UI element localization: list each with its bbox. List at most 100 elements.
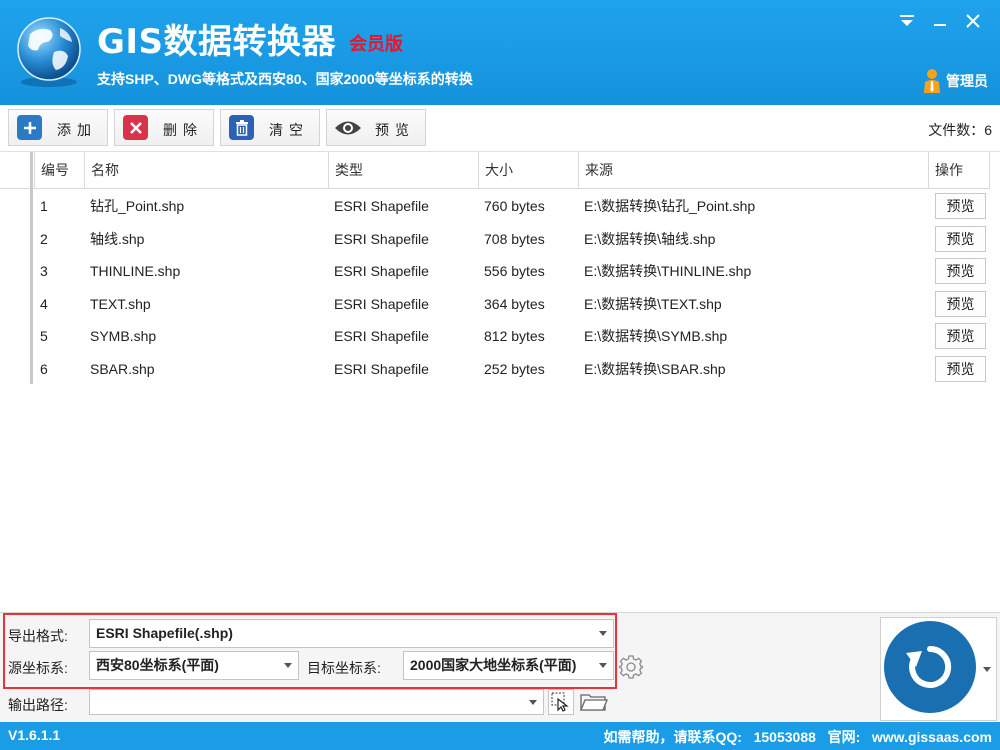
export-format-label: 导出格式: xyxy=(8,628,68,644)
cell-source: E:\数据转换\SYMB.shp xyxy=(584,328,728,344)
plus-icon xyxy=(17,115,42,140)
close-button[interactable] xyxy=(960,8,986,34)
cell-name: 钻孔_Point.shp xyxy=(90,198,185,214)
toolbar: 添加 删除 清空 预览 文件数：6 xyxy=(0,105,1000,151)
cell-type: ESRI Shapefile xyxy=(334,360,429,377)
table-row[interactable]: 5 SYMB.shp ESRI Shapefile 812 bytes E:\数… xyxy=(0,320,990,353)
eye-icon xyxy=(333,115,363,140)
cell-no: 5 xyxy=(40,328,48,344)
target-crs-value: 2000国家大地坐标系(平面) xyxy=(410,657,577,673)
version-label: V1.6.1.1 xyxy=(8,727,61,743)
select-cursor-icon xyxy=(551,692,569,712)
cell-name: THINLINE.shp xyxy=(90,263,181,279)
source-crs-select[interactable]: 西安80坐标系(平面) xyxy=(89,651,299,680)
cell-type: ESRI Shapefile xyxy=(334,328,429,344)
preview-button-label: 预览 xyxy=(375,122,415,138)
admin-label: 管理员 xyxy=(946,73,988,89)
cell-size: 556 bytes xyxy=(484,263,545,279)
file-count: 文件数：6 xyxy=(928,120,992,140)
column-header-name[interactable]: 名称 xyxy=(84,152,328,189)
cell-type: ESRI Shapefile xyxy=(334,198,429,214)
help-contact-text[interactable]: 如需帮助，请联系QQ: 15053088 官网: www.gissaas.com xyxy=(604,727,993,747)
close-icon xyxy=(966,14,980,28)
table-header: 编号 名称 类型 大小 来源 操作 xyxy=(0,152,990,189)
preview-button[interactable]: 预览 xyxy=(326,109,426,146)
pick-path-button[interactable] xyxy=(548,689,574,715)
delete-button[interactable]: 删除 xyxy=(114,109,214,146)
admin-user[interactable]: 管理员 xyxy=(923,68,988,94)
cell-no: 1 xyxy=(40,198,48,214)
title-bar: GIS数据转换器 会员版 支持SHP、DWG等格式及西安80、国家2000等坐标… xyxy=(0,0,1000,105)
add-button[interactable]: 添加 xyxy=(8,109,108,146)
minimize-button[interactable] xyxy=(927,8,953,34)
cell-no: 4 xyxy=(40,295,48,312)
globe-logo-icon xyxy=(10,12,88,90)
table-row[interactable]: 4 TEXT.shp ESRI Shapefile 364 bytes E:\数… xyxy=(0,288,990,321)
row-preview-button[interactable]: 预览 xyxy=(935,323,986,349)
table-row[interactable]: 6 SBAR.shp ESRI Shapefile 252 bytes E:\数… xyxy=(0,353,990,386)
convert-panel xyxy=(880,617,997,721)
export-format-select[interactable]: ESRI Shapefile(.shp) xyxy=(89,619,614,648)
row-preview-button[interactable]: 预览 xyxy=(935,225,986,252)
target-crs-label: 目标坐标系: xyxy=(307,660,381,676)
row-preview-button[interactable]: 预览 xyxy=(935,355,986,382)
table-row[interactable]: 1 钻孔_Point.shp ESRI Shapefile 760 bytes … xyxy=(0,190,990,223)
delete-x-icon xyxy=(123,115,148,140)
cell-size: 252 bytes xyxy=(484,360,545,377)
chevron-down-icon xyxy=(529,700,537,705)
cell-name: 轴线.shp xyxy=(90,230,145,247)
column-header-type[interactable]: 类型 xyxy=(328,152,478,189)
chevron-down-icon xyxy=(983,666,991,672)
chevron-down-icon xyxy=(284,663,292,668)
output-path-input[interactable] xyxy=(89,689,544,715)
source-crs-label: 源坐标系: xyxy=(8,660,68,676)
folder-icon xyxy=(580,694,608,711)
chevron-down-icon xyxy=(599,663,607,668)
cell-no: 3 xyxy=(40,263,48,279)
cell-type: ESRI Shapefile xyxy=(334,263,429,279)
menu-dropdown-button[interactable] xyxy=(894,8,920,34)
clear-button[interactable]: 清空 xyxy=(220,109,320,146)
cell-size: 812 bytes xyxy=(484,328,545,344)
cell-source: E:\数据转换\SBAR.shp xyxy=(584,360,726,377)
row-preview-button[interactable]: 预览 xyxy=(935,290,986,317)
delete-button-label: 删除 xyxy=(163,122,203,138)
settings-panel: 导出格式: ESRI Shapefile(.shp) 源坐标系: 西安80坐标系… xyxy=(0,612,1000,725)
minimize-icon xyxy=(934,24,946,26)
cell-source: E:\数据转换\TEXT.shp xyxy=(584,295,722,312)
column-header-action[interactable]: 操作 xyxy=(928,152,990,189)
row-preview-button[interactable]: 预览 xyxy=(935,258,986,284)
clear-button-label: 清空 xyxy=(269,122,309,138)
table-row[interactable]: 3 THINLINE.shp ESRI Shapefile 556 bytes … xyxy=(0,255,990,288)
file-table: 编号 名称 类型 大小 来源 操作 1 钻孔_Point.shp ESRI Sh… xyxy=(0,151,1000,612)
cell-no: 6 xyxy=(40,360,48,377)
refresh-icon xyxy=(906,645,952,688)
cell-size: 364 bytes xyxy=(484,295,545,312)
column-header-size[interactable]: 大小 xyxy=(478,152,578,189)
cell-source: E:\数据转换\THINLINE.shp xyxy=(584,263,752,279)
cell-type: ESRI Shapefile xyxy=(334,230,429,247)
output-path-label: 输出路径: xyxy=(8,697,68,713)
convert-options-dropdown[interactable] xyxy=(978,618,996,720)
crs-settings-button[interactable] xyxy=(617,653,645,681)
app-subtitle: 支持SHP、DWG等格式及西安80、国家2000等坐标系的转换 xyxy=(97,71,473,87)
browse-folder-button[interactable] xyxy=(578,689,610,715)
trash-icon xyxy=(229,115,254,140)
export-format-value: ESRI Shapefile(.shp) xyxy=(96,625,233,641)
row-preview-button[interactable]: 预览 xyxy=(935,193,986,219)
cell-source: E:\数据转换\钻孔_Point.shp xyxy=(584,198,756,214)
add-button-label: 添加 xyxy=(57,122,97,138)
cell-name: SYMB.shp xyxy=(90,328,157,344)
source-crs-value: 西安80坐标系(平面) xyxy=(96,657,219,673)
edition-badge: 会员版 xyxy=(349,34,403,54)
table-row[interactable]: 2 轴线.shp ESRI Shapefile 708 bytes E:\数据转… xyxy=(0,223,990,256)
app-title: GIS数据转换器 xyxy=(97,22,337,62)
column-header-source[interactable]: 来源 xyxy=(578,152,928,189)
cell-name: TEXT.shp xyxy=(90,295,151,312)
cell-type: ESRI Shapefile xyxy=(334,295,429,312)
column-header-no[interactable]: 编号 xyxy=(34,152,84,189)
convert-button[interactable] xyxy=(884,621,976,713)
cell-source: E:\数据转换\轴线.shp xyxy=(584,230,716,247)
target-crs-select[interactable]: 2000国家大地坐标系(平面) xyxy=(403,651,614,680)
cell-size: 708 bytes xyxy=(484,230,545,247)
